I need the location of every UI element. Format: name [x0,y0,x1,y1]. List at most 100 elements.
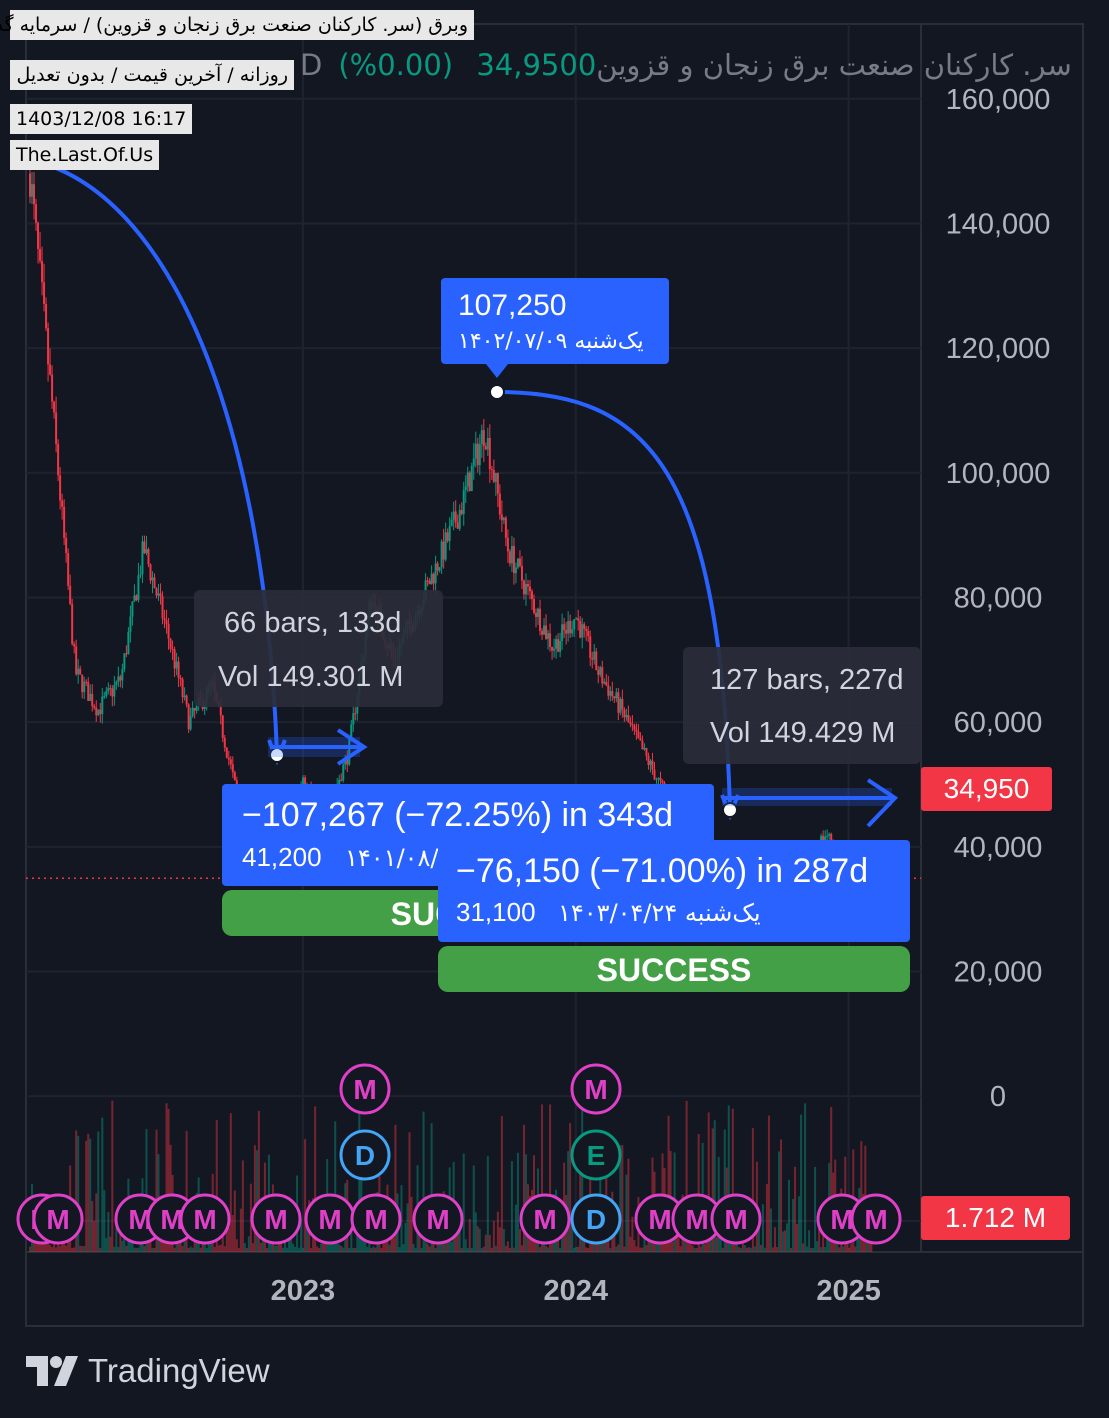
candle-body [587,630,590,637]
y-tick-label: 160,000 [946,84,1051,116]
candle-body [438,567,441,571]
y-tick-label: 60,000 [954,707,1043,739]
symbol-legend[interactable]: Dسر. کارکنان صنعت برق زنجان و قزوین34,95… [300,48,1072,82]
candle-body [539,608,542,631]
volume-bar [151,1247,154,1252]
volume-bar [97,1131,100,1252]
volume-bar [434,1247,437,1252]
volume-bar [420,1247,423,1252]
candle-body [577,618,580,621]
candle-body [181,679,184,698]
volume-bar [737,1247,740,1252]
candle-body [462,490,465,515]
x-tick-label: 2025 [816,1275,881,1307]
candle-body [468,472,471,492]
volume-bar [406,1203,409,1252]
candle-body [623,709,626,718]
candle-body [621,698,624,710]
candle-body [159,593,162,597]
volume-bar [824,1247,827,1252]
candle-body [498,493,501,515]
candle-body [444,532,447,560]
volume-bar [338,1244,341,1252]
candle-body [647,755,650,765]
y-tick-label: 80,000 [954,582,1043,614]
candle-body [591,657,594,660]
volume-bar [231,1215,234,1252]
volume-bar [404,1222,407,1252]
volume-bar [109,1236,112,1252]
volume-bar [767,1115,770,1252]
candle-body [537,608,540,617]
volume-bar [468,1219,471,1252]
candle-body [227,757,230,760]
volume-bar [585,1247,588,1252]
last-price-tag: 34,950 [921,767,1052,811]
candle-body [561,624,564,641]
volume-bar [615,1246,618,1252]
volume-bar [65,1245,68,1252]
candle-body [563,624,566,630]
volume-bar [410,1196,413,1252]
volume-bar [105,1238,108,1252]
volume-bar [516,1152,519,1252]
candle-body [627,715,630,723]
candle-body [625,715,628,718]
volume-bar [286,1247,289,1252]
candle-body [67,553,70,586]
candle-body [553,648,556,651]
candle-body [163,618,166,621]
candle-body [573,619,576,630]
candle-body [657,777,660,780]
volume-bar [645,1245,648,1252]
candle-body [139,574,142,576]
candle-body [504,517,507,538]
candle-body [597,670,600,675]
earnings-marker-label: M [318,1204,341,1235]
volume-bar [91,1200,94,1252]
volume-bar [777,1151,780,1252]
candle-body [33,184,36,205]
volume-bar [765,1184,768,1252]
candle-body [585,628,588,631]
candle-body [559,640,562,652]
volume-bar [484,1234,487,1252]
volume-bar [802,1243,805,1252]
volume-bar [71,1247,74,1252]
volume-bar [498,1227,501,1252]
candle-body [47,328,50,365]
earnings-marker-label: M [193,1204,216,1235]
peak-point[interactable] [489,384,505,400]
candle-body [619,698,622,713]
volume-bar [292,1243,295,1252]
volume-bar [29,1246,31,1252]
end-price-label-1: 41,200 [242,842,322,872]
candle-body [516,558,519,568]
candle-body [659,777,662,781]
candle-body [480,430,483,444]
candle-body [520,565,523,581]
volume-bar [370,1247,373,1252]
volume-bar [103,1190,106,1252]
candle-body [171,648,174,650]
volume-bar [569,1123,572,1252]
y-tick-label: 20,000 [954,956,1043,988]
volume-bar [255,1150,258,1252]
volume-bar [245,1247,248,1252]
volume-bar [512,1247,515,1252]
candle-body [157,593,160,596]
volume-bar [838,1247,841,1252]
candle-body [135,595,138,601]
volume-bar [470,1247,473,1252]
tradingview-logo[interactable]: TradingView [26,1352,270,1390]
volume-bar [113,1246,116,1252]
volume-bar [259,1242,262,1252]
candle-body [601,667,604,684]
volume-label-2: Vol 149.429 M [710,717,895,749]
volume-bar [703,1244,706,1252]
candle-body [177,661,180,678]
volume-bar [229,1113,232,1252]
volume-bar [51,1246,54,1252]
candle-body [89,693,92,701]
volume-bar [294,1246,297,1252]
